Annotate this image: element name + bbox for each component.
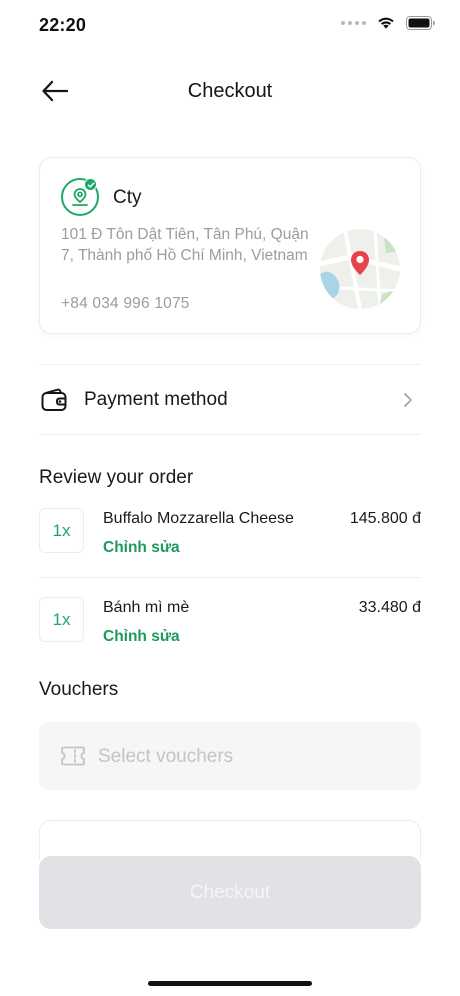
order-item: 1x Buffalo Mozzarella Cheese Chỉnh sửa 1… [39, 508, 421, 598]
divider [39, 434, 421, 435]
divider [39, 577, 421, 578]
vouchers-placeholder: Select vouchers [98, 746, 234, 767]
wallet-icon [41, 388, 67, 411]
checkout-button[interactable]: Checkout [39, 856, 421, 929]
vouchers-title: Vouchers [39, 679, 119, 700]
selected-check-icon [84, 178, 97, 191]
address-name: Cty [113, 187, 142, 208]
edit-item-link[interactable]: Chỉnh sửa [103, 628, 180, 646]
home-indicator [148, 981, 312, 986]
battery-icon [406, 15, 435, 30]
wifi-icon [378, 17, 394, 29]
review-order-title: Review your order [39, 467, 194, 488]
item-name: Buffalo Mozzarella Cheese [103, 510, 294, 527]
address-phone: +84 034 996 1075 [61, 295, 190, 312]
ticket-icon [61, 746, 85, 766]
order-item: 1x Bánh mì mè Chỉnh sửa 33.480 đ [39, 597, 421, 687]
item-name: Bánh mì mè [103, 599, 190, 616]
item-quantity[interactable]: 1x [39, 508, 84, 553]
status-icons [341, 15, 436, 30]
payment-method-row[interactable]: Payment method [39, 366, 421, 434]
payment-method-label: Payment method [84, 389, 228, 410]
page-title: Checkout [187, 80, 273, 102]
select-vouchers-field[interactable]: Select vouchers [39, 722, 421, 790]
summary-card-peek [39, 820, 421, 860]
edit-item-link[interactable]: Chỉnh sửa [103, 539, 180, 557]
address-text: 101 Đ Tôn Dật Tiên, Tân Phú, Quận 7, Thà… [61, 226, 309, 264]
status-bar: 22:20 [0, 0, 460, 52]
status-time: 22:20 [39, 15, 87, 35]
divider [39, 364, 421, 365]
item-price: 145.800 đ [349, 510, 421, 527]
cellular-signal-icon [341, 20, 366, 25]
header: Checkout [0, 68, 460, 114]
map-thumbnail [320, 229, 400, 309]
item-quantity[interactable]: 1x [39, 597, 84, 642]
chevron-right-icon [404, 393, 412, 407]
item-price: 33.480 đ [358, 599, 421, 616]
delivery-address-card[interactable]: Cty 101 Đ Tôn Dật Tiên, Tân Phú, Quận 7,… [39, 157, 421, 334]
